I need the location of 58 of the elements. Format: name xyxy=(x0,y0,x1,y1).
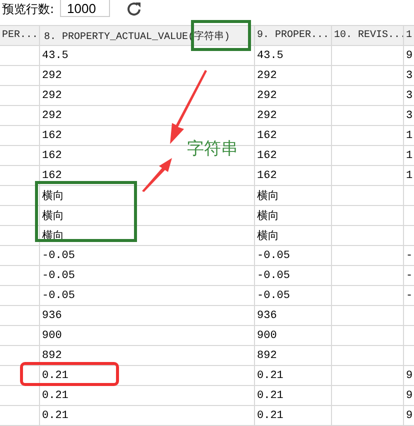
table-cell: 900 xyxy=(42,330,62,342)
table-cell: 0.21 xyxy=(257,390,284,402)
table-cell: 292 xyxy=(257,90,277,102)
table-cell-text: 横向 xyxy=(42,209,64,223)
table-cell: 9 xyxy=(406,410,413,422)
refresh-icon[interactable] xyxy=(126,1,142,17)
table-cell-text: 横向 xyxy=(257,209,279,223)
table-cell: -0.05 xyxy=(257,290,290,302)
table-cell: 43.5 xyxy=(257,50,284,62)
table-cell: 892 xyxy=(42,350,62,362)
table-cell: -0.05 xyxy=(257,270,290,282)
table-cell: 43.5 xyxy=(42,50,68,62)
row-count-label: 预览行数: xyxy=(2,1,54,18)
table-cell: 9 xyxy=(406,390,413,402)
column-header[interactable]: 1 xyxy=(404,26,414,45)
table-cell: 162 xyxy=(257,170,277,182)
table-cell: 162 xyxy=(42,150,62,162)
table-cell: 0.21 xyxy=(42,410,68,422)
table-cell: -0.05 xyxy=(257,250,290,262)
table-cell: 162 xyxy=(257,130,277,142)
table-cell: 292 xyxy=(257,70,277,82)
table-cell: 292 xyxy=(257,110,277,122)
table-cell: 162 xyxy=(42,130,62,142)
table-cell: 1 xyxy=(406,150,413,162)
table-cell: 292 xyxy=(42,70,62,82)
table-cell: 936 xyxy=(42,310,62,322)
table-cell: 0.21 xyxy=(42,370,68,382)
annotation-label: 字符串 xyxy=(187,138,238,160)
table-cell: -0.05 xyxy=(42,290,76,302)
table-cell-text: 横向 xyxy=(42,189,64,203)
table-cell: -0.05 xyxy=(42,270,76,282)
table-cell-text: 横向 xyxy=(257,189,279,203)
table-cell: 292 xyxy=(42,90,62,102)
table-cell: 162 xyxy=(42,170,62,182)
table-cell: 936 xyxy=(257,310,277,322)
table-cell: 3 xyxy=(406,110,413,122)
table-cell: 9 xyxy=(406,50,413,62)
table-cell: 3 xyxy=(406,90,413,102)
table-cell: -0.05 xyxy=(42,250,76,262)
table-cell: 162 xyxy=(257,150,277,162)
table-cell: 1 xyxy=(406,130,413,142)
table-cell: 0.21 xyxy=(257,410,284,422)
table-cell: 292 xyxy=(42,110,62,122)
table-cell: 3 xyxy=(406,70,413,82)
annotation-arrow xyxy=(142,158,172,192)
row-count-field[interactable]: 1000 xyxy=(60,0,110,17)
table-cell: - xyxy=(406,270,413,282)
table-cell-text: 横向 xyxy=(257,229,279,243)
column-header[interactable]: PER... xyxy=(0,26,40,45)
table-cell: - xyxy=(406,250,413,262)
table-cell: 0.21 xyxy=(257,370,284,382)
column-header[interactable]: 9. PROPER... xyxy=(255,26,332,45)
table-cell: 900 xyxy=(257,330,277,342)
table-cell: 9 xyxy=(406,370,413,382)
table-cell: - xyxy=(406,290,413,302)
table-cell: 1 xyxy=(406,170,413,182)
table-cell: 0.21 xyxy=(42,390,68,402)
table-cell: 892 xyxy=(257,350,277,362)
